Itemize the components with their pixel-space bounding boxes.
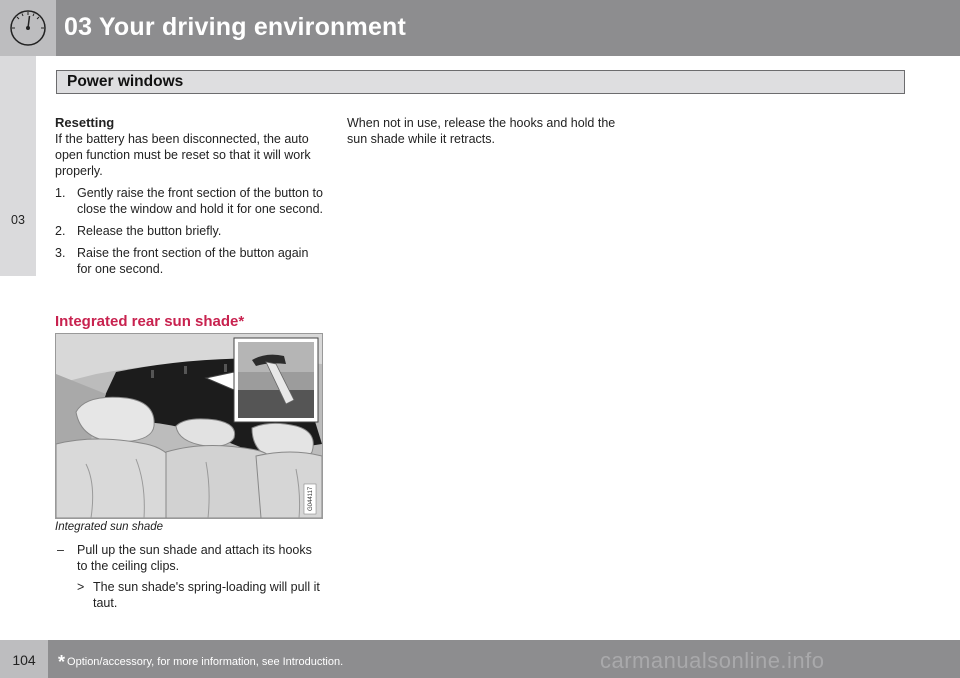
figure-caption: Integrated sun shade [55,521,164,533]
resetting-steps: 1. Gently raise the front section of the … [55,185,323,277]
gauge-icon [10,10,46,46]
step-number: 1. [55,186,66,200]
step-item: 2. Release the button briefly. [55,223,323,239]
retract-instructions: When not in use, release the hooks and h… [347,116,616,146]
watermark: carmanualsonline.info [600,648,825,673]
sun-shade-illustration: G044117 [55,333,323,519]
rear-seat-illustration: G044117 [56,334,322,518]
page-number: 104 [12,652,36,668]
step-text: Raise the front section of the button ag… [77,246,309,276]
step-text: Gently raise the front section of the bu… [77,186,323,216]
result-marker: > [77,580,85,594]
bullet-text: Pull up the sun shade and attach its hoo… [77,543,312,573]
right-column: When not in use, release the hooks and h… [347,115,617,147]
step-text: Release the button briefly. [77,224,222,238]
dash-marker: – [57,543,64,557]
section-title: Power windows [67,73,184,90]
step-item: 1. Gently raise the front section of the … [55,185,323,217]
side-tab [0,56,36,276]
footnote: * Option/accessory, for more information,… [58,652,343,673]
list-item: – Pull up the sun shade and attach its h… [55,542,323,574]
resetting-heading: Resetting [55,115,115,130]
sun-shade-instructions: – Pull up the sun shade and attach its h… [55,542,323,611]
step-number: 2. [55,224,66,238]
section-title-box: Power windows [56,70,905,94]
sub-bullet-text: The sun shade's spring-loading will pull… [93,580,320,610]
step-number: 3. [55,246,66,260]
left-column: Resetting If the battery has been discon… [55,115,323,283]
footnote-star: * [58,652,66,672]
sun-shade-heading: Integrated rear sun shade* [55,313,245,330]
list-item: > The sun shade's spring-loading will pu… [55,579,323,611]
chapter-title: 03 Your driving environment [64,13,407,41]
step-item: 3. Raise the front section of the button … [55,245,323,277]
gauge-icon-box [0,0,56,56]
footnote-text: Option/accessory, for more information, … [67,656,344,668]
figure-code: G044117 [308,486,314,511]
side-tab-label: 03 [11,213,25,227]
resetting-intro: If the battery has been disconnected, th… [55,132,311,178]
